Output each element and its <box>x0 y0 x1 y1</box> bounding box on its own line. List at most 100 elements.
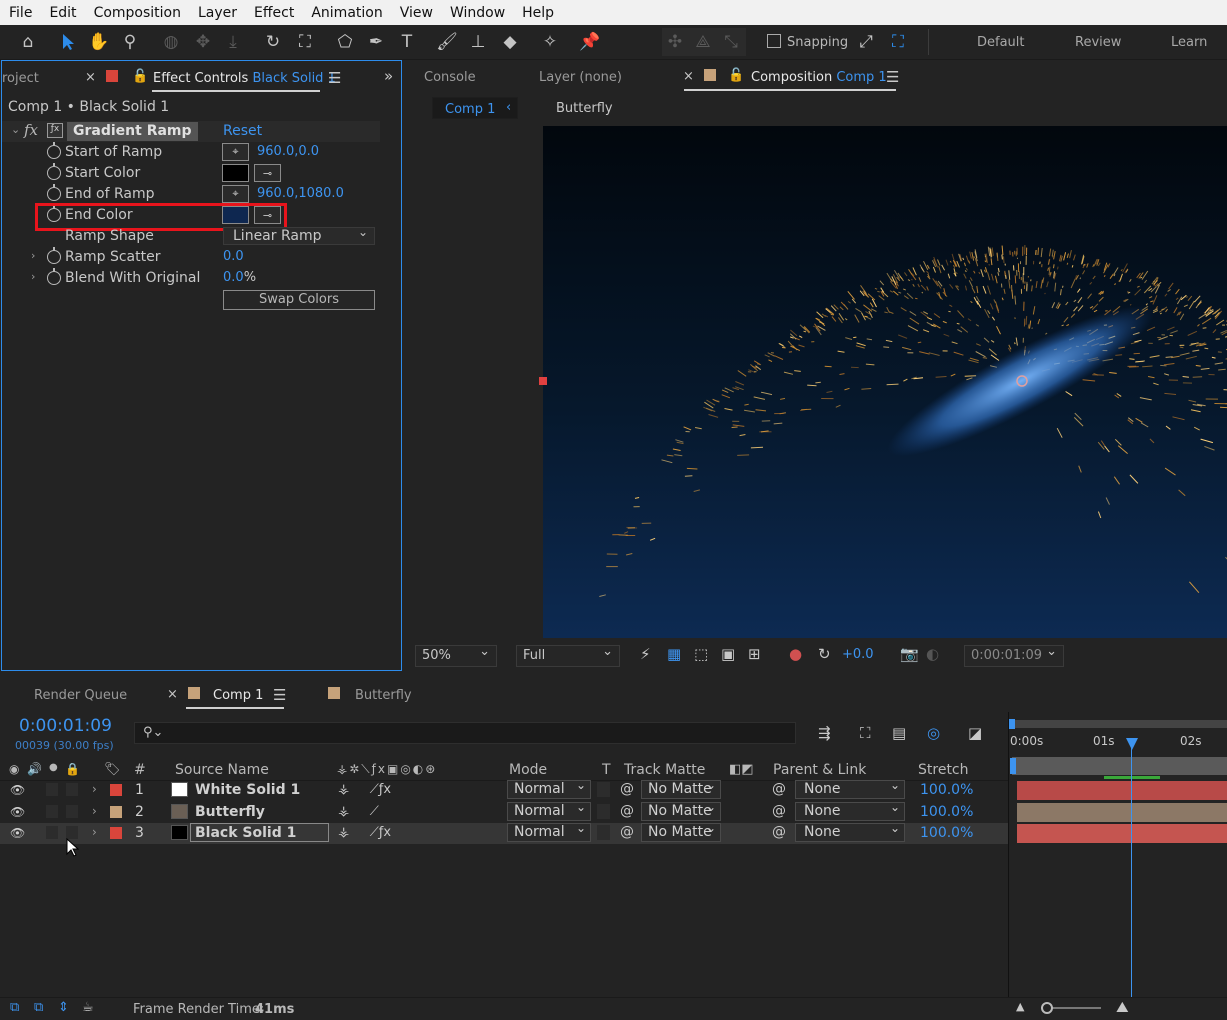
search-input[interactable]: ⚲⌄ <box>134 722 796 744</box>
region-of-interest-icon[interactable]: ▣ <box>721 645 735 663</box>
stopwatch-icon[interactable] <box>47 184 61 201</box>
puppet-pin-icon[interactable]: 📌 <box>577 29 603 55</box>
parent-pickwhip-icon[interactable]: @ <box>772 781 786 797</box>
orbit-camera-icon[interactable]: ◍ <box>158 29 184 55</box>
parent-dropdown[interactable]: None <box>795 800 905 821</box>
rotation-tool-icon[interactable]: ↻ <box>260 29 286 55</box>
current-time-field[interactable]: 0:00:01:09 <box>964 644 1064 667</box>
snapping-checkbox[interactable] <box>767 34 781 48</box>
eye-icon[interactable]: 👁 <box>10 783 25 797</box>
panel-menu-icon[interactable]: ☰ <box>273 686 286 704</box>
hand-tool-icon[interactable]: ✋ <box>86 29 112 55</box>
layer-switches[interactable]: ⚶ ⟋ƒx <box>338 825 391 840</box>
transparency-grid-icon[interactable]: ▦ <box>667 645 681 663</box>
parent-dropdown[interactable]: None <box>795 821 905 842</box>
layer-duration-bar[interactable] <box>1017 824 1227 843</box>
close-icon[interactable]: × <box>683 69 694 84</box>
panel-menu-icon[interactable]: ☰ <box>886 68 899 86</box>
menu-edit[interactable]: Edit <box>40 5 84 21</box>
parent-dropdown[interactable]: None <box>795 778 905 799</box>
swap-colors-button[interactable]: Swap Colors <box>223 290 375 310</box>
layer-switches-toggle-icon[interactable]: ⧉ <box>10 1000 19 1015</box>
start-of-ramp-value[interactable]: 960.0,0.0 <box>257 144 319 159</box>
track-matte-dropdown[interactable]: No Matte <box>641 800 721 821</box>
eye-icon[interactable]: 👁 <box>10 826 25 840</box>
tab-comp1[interactable]: Comp 1 <box>213 688 263 703</box>
zoom-in-icon[interactable]: ⛰ <box>1116 998 1129 1016</box>
in-out-toggle-icon[interactable]: ⇕ <box>58 1000 69 1015</box>
stopwatch-icon[interactable] <box>47 247 61 264</box>
blend-mode-dropdown[interactable]: Normal <box>507 821 591 842</box>
stopwatch-icon[interactable] <box>47 268 61 285</box>
menu-view[interactable]: View <box>391 5 441 21</box>
zoom-dropdown[interactable]: 50% <box>415 644 497 667</box>
distribute-icon[interactable]: ⟁ <box>690 29 716 55</box>
track-matte-dropdown[interactable]: No Matte <box>641 821 721 842</box>
layer-handle-icon[interactable] <box>539 377 547 385</box>
menu-composition[interactable]: Composition <box>85 5 189 21</box>
solo-toggle[interactable] <box>46 805 58 818</box>
dolly-camera-icon[interactable]: ⤓ <box>220 29 246 55</box>
anchor-point-tool-icon[interactable]: ⛶ <box>292 29 318 55</box>
ramp-scatter-value[interactable]: 0.0 <box>223 249 244 264</box>
render-time-toggle-icon[interactable]: ☕ <box>82 1000 94 1015</box>
resolution-dropdown[interactable]: Full <box>516 644 620 667</box>
parent-pickwhip-icon[interactable]: @ <box>772 803 786 819</box>
clone-stamp-icon[interactable]: ⊥ <box>465 29 491 55</box>
workspace-learn[interactable]: Learn <box>1171 35 1207 50</box>
layer-row[interactable]: 👁 › 2 Butterfly ⚶ ⟋ Normal @ No Matte @ None 100.0… <box>0 800 1008 823</box>
layer-name[interactable]: White Solid 1 <box>195 782 300 798</box>
tab-layer[interactable]: Layer (none) <box>539 70 622 85</box>
shape-tool-icon[interactable]: ⬠ <box>332 29 358 55</box>
preserve-transparency-toggle[interactable] <box>597 825 610 840</box>
stretch-value[interactable]: 100.0% <box>920 804 973 820</box>
chevron-right-icon[interactable]: › <box>92 804 97 818</box>
ramp-shape-dropdown[interactable]: Linear Ramp ⌄ <box>223 225 375 245</box>
composition-viewer[interactable] <box>543 126 1227 638</box>
close-icon[interactable]: × <box>85 70 96 85</box>
mask-visibility-icon[interactable]: ⬚ <box>694 645 708 663</box>
source-name-header[interactable]: Source Name <box>175 762 269 778</box>
effect-name[interactable]: Gradient Ramp <box>67 122 198 141</box>
work-area-start-handle[interactable] <box>1009 719 1015 729</box>
snap-grid-icon[interactable]: ⛶ <box>885 29 911 55</box>
fx-icon[interactable]: fx <box>24 121 38 139</box>
start-color-swatch[interactable] <box>222 164 249 182</box>
roto-brush-icon[interactable]: ✧ <box>537 29 563 55</box>
track-matte-dropdown[interactable]: No Matte <box>641 778 721 799</box>
type-tool-icon[interactable]: T <box>394 29 420 55</box>
zoom-slider-handle[interactable] <box>1041 1002 1053 1014</box>
current-timecode[interactable]: 0:00:01:09 <box>19 716 112 736</box>
chevron-right-icon[interactable]: › <box>31 249 35 262</box>
pan-camera-icon[interactable]: ✥ <box>190 29 216 55</box>
axis-icon[interactable]: ⤡ <box>718 29 744 55</box>
layer-switches[interactable]: ⚶ ⟋ <box>338 804 379 819</box>
workspace-default[interactable]: Default <box>977 35 1025 50</box>
eyedropper-icon[interactable]: ⊸ <box>254 164 281 182</box>
close-icon[interactable]: × <box>167 687 178 702</box>
stopwatch-icon[interactable] <box>47 163 61 180</box>
menu-effect[interactable]: Effect <box>245 5 302 21</box>
pickwhip-icon[interactable]: @ <box>620 824 634 840</box>
pickwhip-icon[interactable]: @ <box>620 781 634 797</box>
layer-switches[interactable]: ⚶ ⟋ƒx <box>338 782 391 797</box>
draft-3d-icon[interactable]: ⛶ <box>860 724 871 742</box>
lock-toggle[interactable] <box>66 783 78 796</box>
show-snapshot-icon[interactable]: ◐ <box>926 645 939 663</box>
panel-menu-icon[interactable]: ☰ <box>328 69 341 87</box>
eye-icon[interactable]: 👁 <box>10 805 25 819</box>
eraser-tool-icon[interactable]: ◆ <box>497 29 523 55</box>
layer-label-color[interactable] <box>110 827 122 839</box>
blend-value[interactable]: 0.0% <box>223 270 256 285</box>
layer-row[interactable]: 👁 › 3 Black Solid 1 ⚶ ⟋ƒx Normal @ No Matte @ Non… <box>0 821 1008 844</box>
transfer-controls-toggle-icon[interactable]: ⧉ <box>34 1000 43 1015</box>
hide-shy-layers-icon[interactable]: ▤ <box>892 724 906 742</box>
end-of-ramp-value[interactable]: 960.0,1080.0 <box>257 186 344 201</box>
layer-duration-bar[interactable] <box>1017 803 1227 822</box>
menu-window[interactable]: Window <box>441 5 513 21</box>
layer-name[interactable]: Butterfly <box>195 804 265 820</box>
layer-label-color[interactable] <box>110 784 122 796</box>
channels-icon[interactable]: ● <box>789 645 802 663</box>
expand-panels-icon[interactable]: » <box>384 67 393 85</box>
blend-mode-dropdown[interactable]: Normal <box>507 800 591 821</box>
